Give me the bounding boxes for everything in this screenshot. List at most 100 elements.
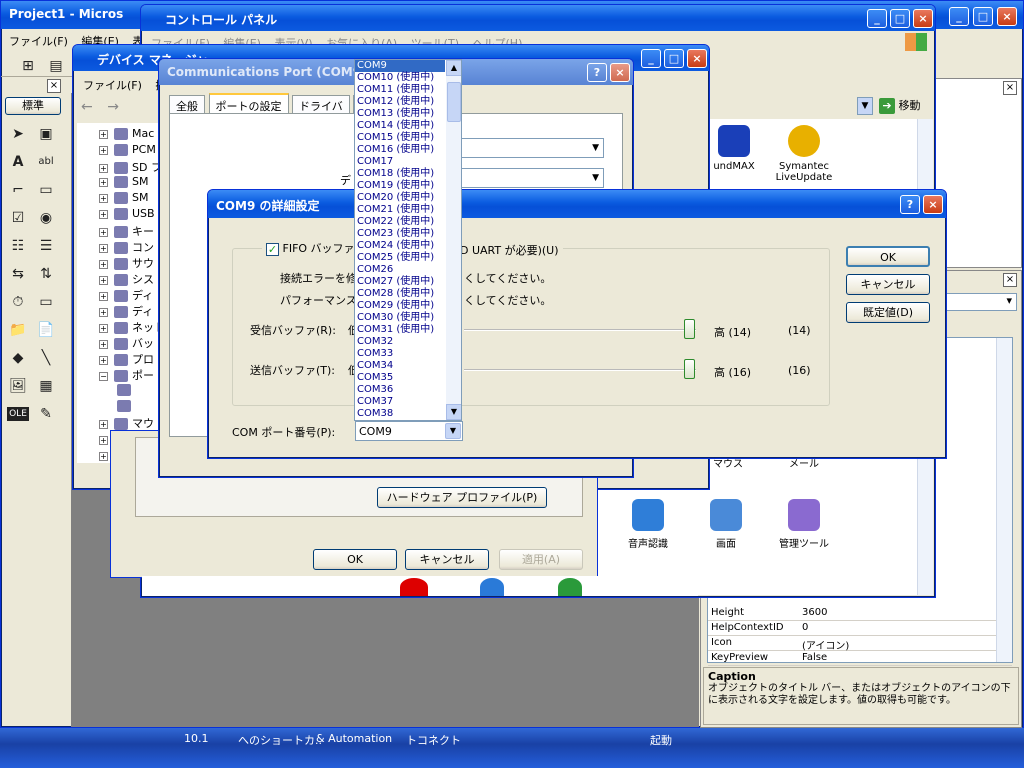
com-port-option[interactable]: COM29 (使用中) [355, 300, 445, 312]
data-icon[interactable]: ▦ [35, 375, 57, 397]
taskbar-item[interactable]: トコネクト [406, 732, 461, 748]
tree-item[interactable]: + キー [99, 223, 154, 239]
cp-close-button[interactable]: × [913, 9, 933, 28]
comm-close-button[interactable]: × [610, 63, 630, 82]
tree-item[interactable]: + ディ [99, 303, 153, 319]
adv-cancel-button[interactable]: キャンセル [846, 274, 930, 295]
adv-close-button[interactable]: × [923, 195, 943, 214]
com-port-option[interactable]: COM15 (使用中) [355, 132, 445, 144]
tree-item[interactable]: + コン [99, 239, 154, 255]
taskbar-item[interactable]: へのショートカ.. [238, 732, 322, 748]
hscrollbar-icon[interactable]: ⇆ [7, 263, 29, 285]
tree-item[interactable]: + Mac [99, 127, 154, 143]
filelist-icon[interactable]: 📄 [35, 319, 57, 341]
line-icon[interactable]: ╲ [35, 347, 57, 369]
tree-item[interactable]: + SM [99, 191, 148, 207]
adv-help-button[interactable]: ? [900, 195, 920, 214]
tree-item[interactable]: + USB [99, 207, 155, 223]
com-port-option[interactable]: COM18 (使用中) [355, 168, 445, 180]
adv-defaults-button[interactable]: 既定値(D) [846, 302, 930, 323]
frame-icon[interactable]: ⌐ [7, 179, 29, 201]
project-close-icon[interactable]: × [1003, 81, 1017, 95]
dm-maximize-button[interactable]: □ [664, 49, 684, 68]
vb-maximize-button[interactable]: □ [973, 7, 993, 26]
forward-icon[interactable]: → [107, 99, 119, 115]
back-icon[interactable]: ← [81, 99, 93, 115]
tree-item[interactable]: + SD フ [99, 159, 162, 175]
vscrollbar-icon[interactable]: ⇅ [35, 263, 57, 285]
misc-control-icon[interactable]: ✎ [35, 403, 57, 425]
com-port-option[interactable]: COM38 [355, 408, 445, 420]
add-project-icon[interactable]: ⊞ [17, 55, 39, 77]
com-port-option[interactable]: COM12 (使用中) [355, 96, 445, 108]
props-cancel-button[interactable]: キャンセル [405, 549, 489, 570]
com-port-option[interactable]: COM36 [355, 384, 445, 396]
com-port-option[interactable]: COM10 (使用中) [355, 72, 445, 84]
comm-combo-2[interactable]: ▼ [460, 168, 604, 188]
tree-item[interactable]: + ディ [99, 287, 153, 303]
com-port-option[interactable]: COM23 (使用中) [355, 228, 445, 240]
com-port-option[interactable]: COM27 (使用中) [355, 276, 445, 288]
props-ok-button[interactable]: OK [313, 549, 397, 570]
ole-icon[interactable]: OLE [7, 407, 29, 421]
vb-minimize-button[interactable]: _ [949, 7, 969, 26]
tree-item[interactable]: + シス [99, 271, 154, 287]
taskbar-item[interactable]: 起動 [650, 732, 672, 748]
send-buffer-slider[interactable] [684, 359, 695, 379]
properties-close-icon[interactable]: × [1003, 273, 1017, 287]
com-port-option[interactable]: COM35 [355, 372, 445, 384]
com-port-option[interactable]: COM26 [355, 264, 445, 276]
com-port-option[interactable]: COM9 [355, 60, 445, 72]
chevron-down-icon[interactable]: ▼ [445, 423, 461, 439]
pointer-icon[interactable]: ➤ [7, 123, 29, 145]
props-apply-button[interactable]: 適用(A) [499, 549, 583, 570]
com-port-option[interactable]: COM11 (使用中) [355, 84, 445, 96]
timer-icon[interactable]: ⏱ [7, 291, 29, 313]
speech-icon[interactable]: 音声認識 [613, 499, 683, 550]
comm-help-button[interactable]: ? [587, 63, 607, 82]
tree-item[interactable] [117, 399, 135, 415]
admin-tools-icon[interactable]: 管理ツール [769, 499, 839, 550]
com-port-combo[interactable]: COM9 ▼ [355, 421, 463, 441]
com-port-option[interactable]: COM21 (使用中) [355, 204, 445, 216]
cp-address-combo-arrow[interactable]: ▼ [857, 97, 873, 115]
com-port-option[interactable]: COM14 (使用中) [355, 120, 445, 132]
com-port-option[interactable]: COM32 [355, 336, 445, 348]
adv-ok-button[interactable]: OK [846, 246, 930, 267]
com-port-option[interactable]: COM34 [355, 360, 445, 372]
recv-buffer-slider[interactable] [684, 319, 695, 339]
listbox-icon[interactable]: ☰ [35, 235, 57, 257]
fifo-checkbox[interactable]: ✓ [266, 242, 279, 256]
image-icon[interactable]: 🖼 [7, 375, 29, 397]
toolbox-tab-general[interactable]: 標準 [5, 97, 61, 115]
com-port-option[interactable]: COM37 [355, 396, 445, 408]
comm-combo-1[interactable]: ▼ [460, 138, 604, 158]
toolbox-close-icon[interactable]: × [47, 79, 61, 93]
optionbutton-icon[interactable]: ◉ [35, 207, 57, 229]
com-port-option[interactable]: COM20 (使用中) [355, 192, 445, 204]
textbox-icon[interactable]: abl [35, 151, 57, 173]
tree-item[interactable]: + SM [99, 175, 148, 191]
tree-item[interactable]: − ポー [99, 367, 154, 383]
tree-item[interactable]: + バッ [99, 335, 154, 351]
combobox-icon[interactable]: ☷ [7, 235, 29, 257]
scroll-up-icon[interactable]: ▲ [446, 60, 461, 76]
tree-item[interactable]: + ネット [99, 319, 165, 335]
prop-row-icon[interactable]: Icon (アイコン) [708, 636, 1012, 652]
taskbar-item[interactable]: & Automation [316, 732, 392, 745]
checkbox-icon[interactable]: ☑ [7, 207, 29, 229]
tree-item[interactable]: + プロ [99, 351, 154, 367]
taskbar-item[interactable]: 10.1 [184, 732, 209, 745]
com-port-option[interactable]: COM17 [355, 156, 445, 168]
com-port-option[interactable]: COM13 (使用中) [355, 108, 445, 120]
tree-item[interactable] [117, 383, 135, 399]
commandbutton-icon[interactable]: ▭ [35, 179, 57, 201]
com-port-option[interactable]: COM25 (使用中) [355, 252, 445, 264]
shape-icon[interactable]: ◆ [7, 347, 29, 369]
com-port-option[interactable]: COM28 (使用中) [355, 288, 445, 300]
dirlist-icon[interactable]: 📁 [7, 319, 29, 341]
hw-profile-button[interactable]: ハードウェア プロファイル(P) [377, 487, 547, 508]
cp-maximize-button[interactable]: □ [890, 9, 910, 28]
com-port-option[interactable]: COM19 (使用中) [355, 180, 445, 192]
add-form-icon[interactable]: ▤ [45, 55, 67, 77]
